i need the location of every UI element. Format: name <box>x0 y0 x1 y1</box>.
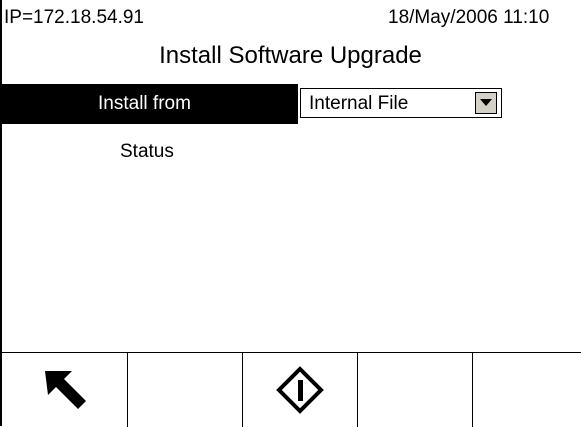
status-label: Status <box>120 141 174 162</box>
terminal-screen: IP=172.18.54.91 18/May/2006 11:10 Instal… <box>0 0 581 427</box>
install-from-label-highlight: Install from <box>2 84 298 124</box>
chevron-down-icon <box>480 99 492 106</box>
exit-arrow-icon <box>45 371 86 409</box>
status-row: Status <box>0 136 300 168</box>
softkey-2[interactable] <box>128 353 243 427</box>
install-from-selected-value: Internal File <box>309 93 409 114</box>
start-diamond-icon <box>276 366 324 414</box>
status-bar: IP=172.18.54.91 18/May/2006 11:10 <box>0 0 581 36</box>
date-time: 18/May/2006 11:10 <box>388 7 550 28</box>
softkey-bar <box>0 352 581 427</box>
page-title: Install Software Upgrade <box>159 42 422 69</box>
softkey-exit[interactable] <box>2 353 128 427</box>
dropdown-button[interactable] <box>475 92 497 114</box>
ip-address: IP=172.18.54.91 <box>4 7 144 28</box>
softkey-start[interactable] <box>243 353 358 427</box>
install-from-label: Install from <box>98 93 191 114</box>
softkey-5[interactable] <box>473 353 581 427</box>
install-from-row[interactable]: Install from Internal File <box>0 84 581 124</box>
softkey-4[interactable] <box>358 353 473 427</box>
install-from-select[interactable]: Internal File <box>300 88 502 118</box>
